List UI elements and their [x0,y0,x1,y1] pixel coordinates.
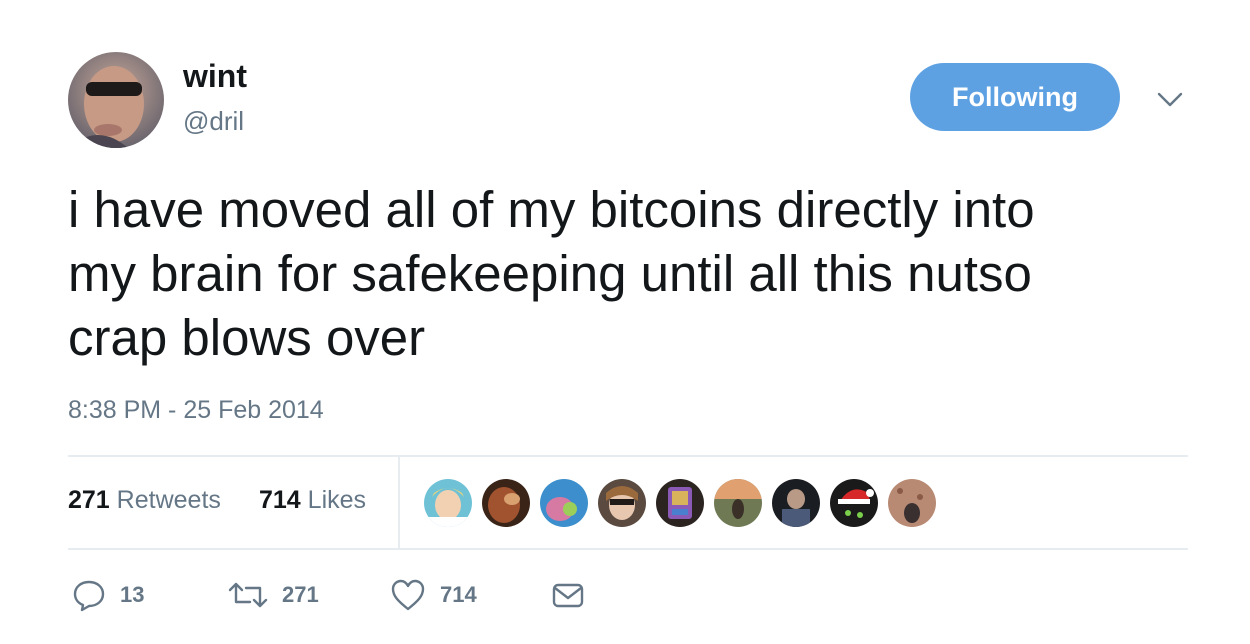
likes-stat[interactable]: 714 Likes [259,486,366,515]
retweets-count: 271 [68,486,110,514]
liker-avatar[interactable] [656,479,704,527]
envelope-icon [550,578,586,612]
author-avatar[interactable] [68,52,164,148]
author-handle[interactable]: @dril [183,106,244,137]
tweet-text-line: i have moved all of my bitcoins directly… [68,181,1035,238]
likes-count: 714 [259,486,301,514]
liker-avatar[interactable] [598,479,646,527]
liker-avatar[interactable] [424,479,472,527]
tweet-timestamp[interactable]: 8:38 PM - 25 Feb 2014 [68,396,324,425]
liker-avatar[interactable] [888,479,936,527]
retweets-stat[interactable]: 271 Retweets [68,486,221,515]
direct-message-button[interactable] [550,577,586,613]
liker-avatar[interactable] [540,479,588,527]
retweet-count: 271 [282,582,319,607]
tweet-text: i have moved all of my bitcoins directly… [68,178,1198,370]
tweet-text-line: crap blows over [68,309,426,366]
like-count: 714 [440,582,477,607]
liker-avatar[interactable] [830,479,878,527]
retweet-button[interactable]: 271 [228,577,319,613]
retweets-label: Retweets [116,486,221,514]
likes-label: Likes [307,486,367,514]
following-button[interactable]: Following [910,63,1120,131]
reply-icon [72,578,106,612]
reply-count: 13 [120,582,145,607]
liker-avatar[interactable] [714,479,762,527]
tweet-text-line: my brain for safekeeping until all this … [68,245,1032,302]
author-display-name[interactable]: wint [183,58,247,95]
liker-avatar[interactable] [482,479,530,527]
heart-icon [390,578,426,612]
reply-button[interactable]: 13 [72,577,144,613]
retweet-icon [228,578,268,612]
stats-divider [398,457,400,549]
like-button[interactable]: 714 [390,577,477,613]
divider [68,455,1188,457]
divider [68,548,1188,550]
chevron-down-icon[interactable] [1155,84,1185,114]
liker-avatar[interactable] [772,479,820,527]
